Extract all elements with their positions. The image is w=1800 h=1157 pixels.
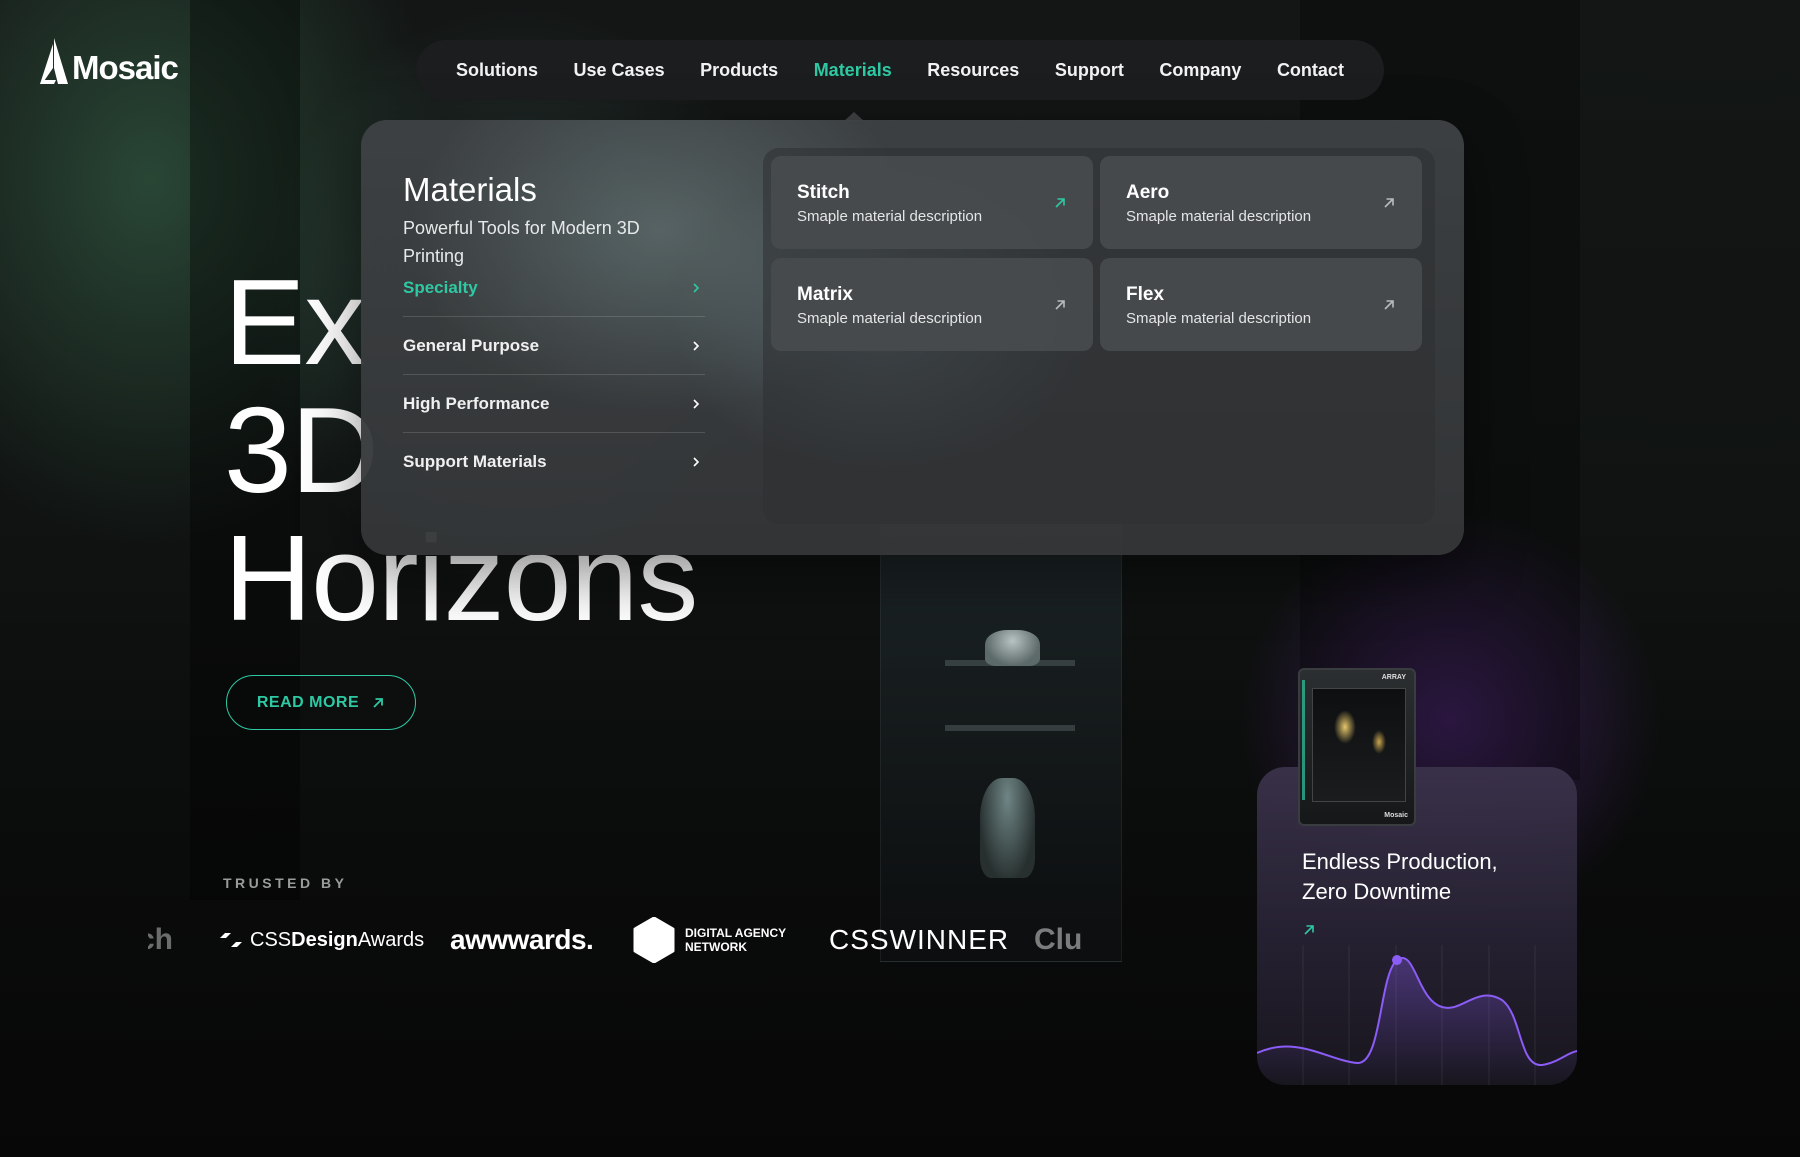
mosaic-logo-icon	[40, 38, 68, 84]
category-specialty[interactable]: Specialty	[403, 274, 705, 318]
nav-use-cases[interactable]: Use Cases	[574, 60, 665, 81]
hexagon-icon	[633, 917, 675, 963]
chevron-right-icon	[693, 457, 700, 467]
logo-text-part: Design	[291, 928, 358, 951]
awwwards-logo: awwwards.	[450, 924, 594, 955]
nav-support[interactable]: Support	[1055, 60, 1124, 81]
array-printer-image: ARRAY Mosaic	[1298, 668, 1416, 826]
material-card-aero[interactable]: Aero Smaple material description	[1100, 156, 1422, 249]
printer-shelf	[945, 725, 1075, 731]
nav-products[interactable]: Products	[700, 60, 778, 81]
machine-label: ARRAY	[1381, 674, 1406, 681]
card-title: Flex	[1126, 284, 1165, 305]
category-label: Support Materials	[403, 451, 547, 471]
cssdesignawards-text: CSSDesignAwards	[250, 929, 424, 952]
category-high-performance[interactable]: High Performance	[403, 375, 705, 434]
chevron-right-icon	[693, 399, 700, 409]
materials-mega-menu: Materials Powerful Tools for Modern 3D P…	[361, 120, 1464, 555]
nav-resources[interactable]: Resources	[927, 60, 1019, 81]
category-label: General Purpose	[403, 335, 540, 355]
card-description: Smaple material description	[797, 310, 983, 327]
digital-agency-network-logo: DIGITAL AGENCY NETWORK	[633, 917, 829, 963]
card-title: Stitch	[797, 182, 850, 203]
category-general-purpose[interactable]: General Purpose	[403, 317, 705, 376]
logo-text-part: CSS	[250, 928, 292, 951]
material-cards-panel: Stitch Smaple material description Aero …	[763, 148, 1435, 524]
chevron-right-icon	[693, 341, 700, 351]
nav-solutions[interactable]: Solutions	[456, 60, 538, 81]
nav-contact[interactable]: Contact	[1277, 60, 1344, 81]
mega-menu-subtitle: Powerful Tools for Modern 3D Printing	[403, 218, 640, 267]
machine-window	[1312, 688, 1406, 802]
dan-line-2: NETWORK	[685, 940, 747, 954]
nav-materials[interactable]: Materials	[814, 60, 892, 81]
partner-logo-partial: Clu	[1034, 923, 1083, 956]
card-title: Aero	[1126, 182, 1170, 203]
read-more-button[interactable]: READ MORE	[226, 675, 416, 730]
trusted-by-label: TRUSTED BY	[223, 875, 348, 891]
card-title: Matrix	[797, 284, 853, 305]
category-label: High Performance	[403, 393, 550, 413]
material-card-stitch[interactable]: Stitch Smaple material description	[771, 156, 1093, 249]
arrow-up-right-icon	[373, 697, 384, 708]
mosaic-logo[interactable]: Mosaic	[40, 38, 179, 86]
card-description: Smaple material description	[797, 208, 983, 225]
category-support-materials[interactable]: Support Materials	[403, 433, 705, 490]
cssdesignawards-logo: CSSDesignAwards	[218, 927, 450, 953]
dan-line-1: DIGITAL AGENCY	[685, 926, 787, 940]
machine-brand: Mosaic	[1384, 812, 1408, 819]
category-label: Specialty	[403, 278, 478, 298]
category-list: Specialty General Purpose High Performan…	[403, 274, 705, 490]
material-card-flex[interactable]: Flex Smaple material description	[1100, 258, 1422, 351]
mega-menu-title: Materials	[403, 171, 537, 208]
arrow-up-right-icon	[1384, 300, 1394, 310]
machine-glow	[1334, 710, 1356, 744]
machine-light-strip	[1302, 680, 1305, 800]
trusted-logos-marquee: ch CSSDesignAwards awwwards. DIGITAL AGE…	[148, 912, 1098, 968]
chevron-right-icon	[693, 283, 700, 293]
read-more-label: READ MORE	[256, 693, 360, 711]
partner-logo-partial: ch	[148, 923, 174, 956]
logo-text-part: Awards	[357, 928, 425, 951]
arrow-up-right-icon	[1055, 300, 1065, 310]
logo-wordmark: Mosaic	[72, 49, 179, 86]
dan-text: DIGITAL AGENCY NETWORK	[685, 926, 786, 954]
material-card-matrix[interactable]: Matrix Smaple material description	[771, 258, 1093, 351]
mega-menu-sidebar: Materials Powerful Tools for Modern 3D P…	[403, 171, 705, 490]
arrow-up-right-icon	[1055, 198, 1065, 208]
cssdesignawards-icon	[220, 928, 242, 952]
csswinner-logo: CSSWINNER	[829, 924, 1010, 955]
arrow-up-right-icon	[1384, 198, 1394, 208]
card-description: Smaple material description	[1126, 208, 1312, 225]
nav-company[interactable]: Company	[1159, 60, 1241, 81]
printed-part	[980, 778, 1035, 878]
main-nav: Solutions Use Cases Products Materials R…	[416, 40, 1384, 100]
card-description: Smaple material description	[1126, 310, 1312, 327]
promo-title: Endless Production, Zero Downtime	[1302, 849, 1498, 904]
machine-glow	[1372, 730, 1386, 754]
chart-highlight-point	[1392, 955, 1402, 965]
promo-wave-chart	[1257, 945, 1577, 1085]
